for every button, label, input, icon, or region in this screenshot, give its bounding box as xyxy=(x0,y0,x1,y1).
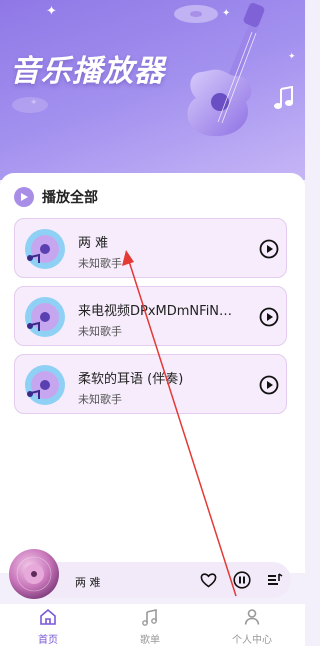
home-icon xyxy=(40,608,56,625)
sparkle-icon: ✦ xyxy=(46,4,57,19)
playlist-icon xyxy=(268,573,283,585)
song-title: 两 难 xyxy=(78,236,109,251)
song-list-item[interactable]: 柔软的耳语 (伴奏) 未知歌手 xyxy=(14,354,287,414)
play-song-button[interactable] xyxy=(258,238,280,260)
guitar-illustration xyxy=(187,3,265,137)
play-circle-icon xyxy=(259,307,279,327)
favorite-button[interactable] xyxy=(199,571,217,589)
pause-button[interactable] xyxy=(233,571,251,589)
play-all-button[interactable]: 播放全部 xyxy=(14,186,98,208)
play-icon xyxy=(14,187,34,207)
song-artist: 未知歌手 xyxy=(78,393,122,406)
tab-label: 个人中心 xyxy=(232,635,272,646)
heart-icon xyxy=(200,573,216,588)
tab-profile[interactable]: 个人中心 xyxy=(222,608,282,646)
play-circle-icon xyxy=(259,375,279,395)
music-note-icon xyxy=(142,609,157,626)
album-cover-icon xyxy=(25,365,65,405)
tab-label: 歌单 xyxy=(140,635,160,646)
hero-banner: ✦ ✦ ✦ ✦ 音乐播放器 xyxy=(0,0,305,180)
play-all-label: 播放全部 xyxy=(42,190,98,206)
song-artist: 未知歌手 xyxy=(78,325,122,338)
sparkle-icon: ✦ xyxy=(288,52,296,62)
song-title: 来电视频DPxMDmNFiN… xyxy=(78,304,233,319)
vinyl-decoration-icon xyxy=(12,97,48,113)
user-icon xyxy=(244,609,260,625)
playlist-button[interactable] xyxy=(266,571,284,589)
song-title: 柔软的耳语 (伴奏) xyxy=(78,372,184,387)
bottom-tab-bar: 首页 歌单 个人中心 xyxy=(0,604,305,646)
play-song-button[interactable] xyxy=(258,374,280,396)
song-list-item[interactable]: 两 难 未知歌手 xyxy=(14,218,287,278)
mini-player-bar[interactable] xyxy=(28,562,291,598)
app-title: 音乐播放器 xyxy=(10,54,165,89)
play-song-button[interactable] xyxy=(258,306,280,328)
album-cover-icon xyxy=(25,229,65,269)
song-artist: 未知歌手 xyxy=(78,257,122,270)
tab-playlist[interactable]: 歌单 xyxy=(120,608,180,646)
tab-label: 首页 xyxy=(38,635,58,646)
album-cover-icon xyxy=(25,297,65,337)
pause-circle-icon xyxy=(233,571,251,589)
tab-home[interactable]: 首页 xyxy=(18,608,78,646)
now-playing-title: 两 难 xyxy=(75,576,101,589)
song-list-item[interactable]: 来电视频DPxMDmNFiN… 未知歌手 xyxy=(14,286,287,346)
now-playing-disc[interactable] xyxy=(8,548,60,600)
mini-player: 两 难 xyxy=(0,546,305,604)
play-circle-icon xyxy=(259,239,279,259)
